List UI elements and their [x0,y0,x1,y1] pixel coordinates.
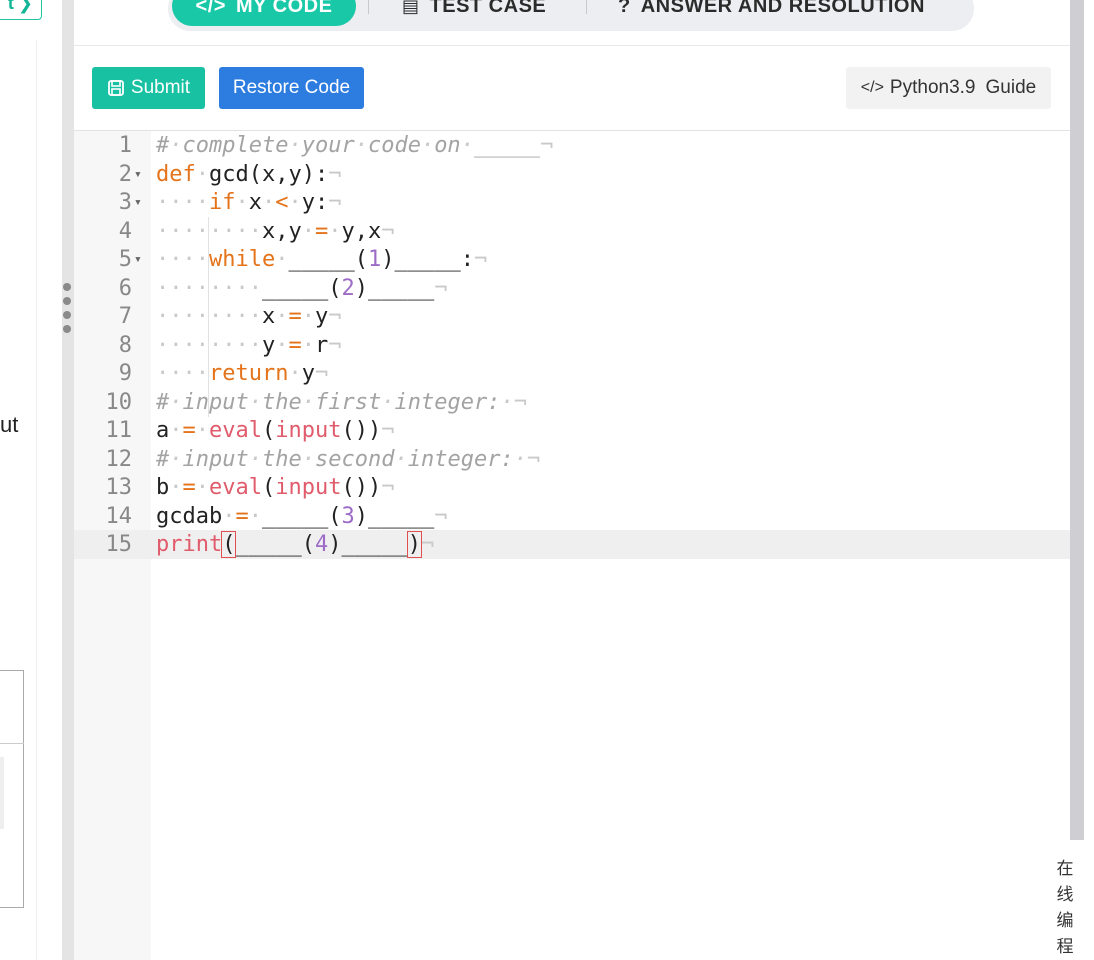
line-number: 7 [118,304,132,329]
fold-arrow-icon[interactable]: ▾ [134,189,142,218]
guide-label: Guide [985,77,1037,98]
line-number: 10 [105,389,133,415]
code-line[interactable]: 9 ····return·y¬ [74,360,1070,389]
code-text: ········y·=·r¬ [156,332,342,358]
header-divider [74,45,1070,46]
line-number: 15 [105,532,133,557]
left-box-divider [0,743,24,744]
line-number: 2 [118,161,132,187]
side-tab-char: 线 [1056,885,1074,904]
code-line[interactable]: 8 ········y·=·r¬ [74,332,1070,361]
code-text: a·=·eval(input())¬ [156,418,395,443]
restore-code-button[interactable]: Restore Code [219,67,364,109]
code-line[interactable]: 6 ········_____(2)_____¬ [74,275,1070,304]
question-icon: ? [618,0,631,17]
code-text: ········x·=·y¬ [156,304,342,329]
code-text: #·input·the·first·integer:·¬ [156,389,527,415]
main-panel: </> MY CODE ▤ TEST CASE ? ANSWER AND RES… [74,0,1070,960]
fold-arrow-icon[interactable]: ▾ [134,161,142,190]
code-text: #·input·the·second·integer:·¬ [156,446,541,472]
tab-bar: </> MY CODE ▤ TEST CASE ? ANSWER AND RES… [168,0,974,31]
code-icon: </> [860,79,884,96]
line-number: 11 [105,418,133,443]
online-coding-tab[interactable]: 在线编程 [1050,848,1080,960]
code-line[interactable]: 14 gcdab·=·_____(3)_____¬ [74,503,1070,532]
code-text: b·=·eval(input())¬ [156,475,395,500]
left-panel: t ❯ ut [0,0,62,960]
tab-label: ANSWER AND RESOLUTION [640,0,925,17]
left-box-inner [0,757,4,829]
code-line[interactable]: 13 b·=·eval(input())¬ [74,474,1070,503]
fold-arrow-icon[interactable]: ▾ [134,246,142,275]
python-guide-button[interactable]: </> Python3.9 Guide [846,67,1051,109]
list-icon: ▤ [402,0,420,16]
code-line[interactable]: 15 print(_____(4)_____)¬ [74,531,1070,560]
code-text: ········_____(2)_____¬ [156,275,448,301]
line-number: 14 [105,503,133,529]
line-number: 4 [118,218,132,244]
code-editor[interactable]: 1 #·complete·your·code·on·_____¬ 2 ▾ def·gcd… [74,131,1070,960]
tab-test-case[interactable]: ▤ TEST CASE [402,0,546,26]
tab-label: TEST CASE [429,0,547,17]
line-number: 1 [118,133,132,158]
submit-label: Submit [130,77,191,98]
line-number: 13 [105,475,133,500]
line-number: 5 [118,247,132,272]
tab-label: MY CODE [235,0,333,17]
save-icon [108,80,124,96]
code-line[interactable]: 7 ········x·=·y¬ [74,303,1070,332]
line-number: 9 [118,361,132,386]
code-text: ········x,y·=·y,x¬ [156,218,395,244]
code-text: print(_____(4)_____)¬ [156,531,435,558]
language-label: Python3.9 [889,77,976,98]
drag-handle-icon[interactable] [63,283,71,333]
tab-separator [586,0,587,14]
code-line[interactable]: 12 #·input·the·second·integer:·¬ [74,446,1070,475]
left-input-box[interactable] [0,670,24,908]
vertical-scrollbar[interactable] [1070,0,1084,840]
left-partial-text: ut [0,412,19,437]
line-number: 8 [118,332,132,358]
tab-answer[interactable]: ? ANSWER AND RESOLUTION [618,0,925,26]
restore-label: Restore Code [232,77,351,98]
code-icon: </> [195,0,226,17]
line-number: 6 [118,275,132,301]
code-line[interactable]: 10 #·input·the·first·integer:·¬ [74,389,1070,418]
submit-button[interactable]: Submit [92,67,205,109]
code-line[interactable]: 2 ▾ def·gcd(x,y):¬ [74,161,1070,190]
code-text: def·gcd(x,y):¬ [156,161,342,187]
code-line[interactable]: 4 ········x,y·=·y,x¬ [74,218,1070,247]
side-tab-char: 程 [1056,937,1074,956]
tab-separator [368,0,369,14]
code-text: ····return·y¬ [156,361,329,386]
code-line[interactable]: 11 a·=·eval(input())¬ [74,417,1070,446]
code-text: ····if·x·<·y:¬ [156,190,342,215]
code-text: #·complete·your·code·on·_____¬ [156,133,554,158]
code-text: gcdab·=·_____(3)_____¬ [156,503,448,529]
side-tab-char: 在 [1056,859,1074,878]
chevron-right-icon: ❯ [17,0,33,13]
code-text: ····while·_____(1)_____:¬ [156,247,488,272]
side-tab-char: 编 [1056,911,1074,930]
line-number: 3 [118,190,132,215]
tab-my-code[interactable]: </> MY CODE [172,0,356,26]
code-line[interactable]: 5 ▾ ····while·_____(1)_____:¬ [74,246,1070,275]
left-divider [36,40,37,960]
line-number: 12 [105,446,133,472]
code-line[interactable]: 3 ▾ ····if·x·<·y:¬ [74,189,1070,218]
code-line[interactable]: 1 #·complete·your·code·on·_____¬ [74,132,1070,161]
next-button[interactable]: t ❯ [0,0,42,20]
next-label: t [7,0,14,13]
